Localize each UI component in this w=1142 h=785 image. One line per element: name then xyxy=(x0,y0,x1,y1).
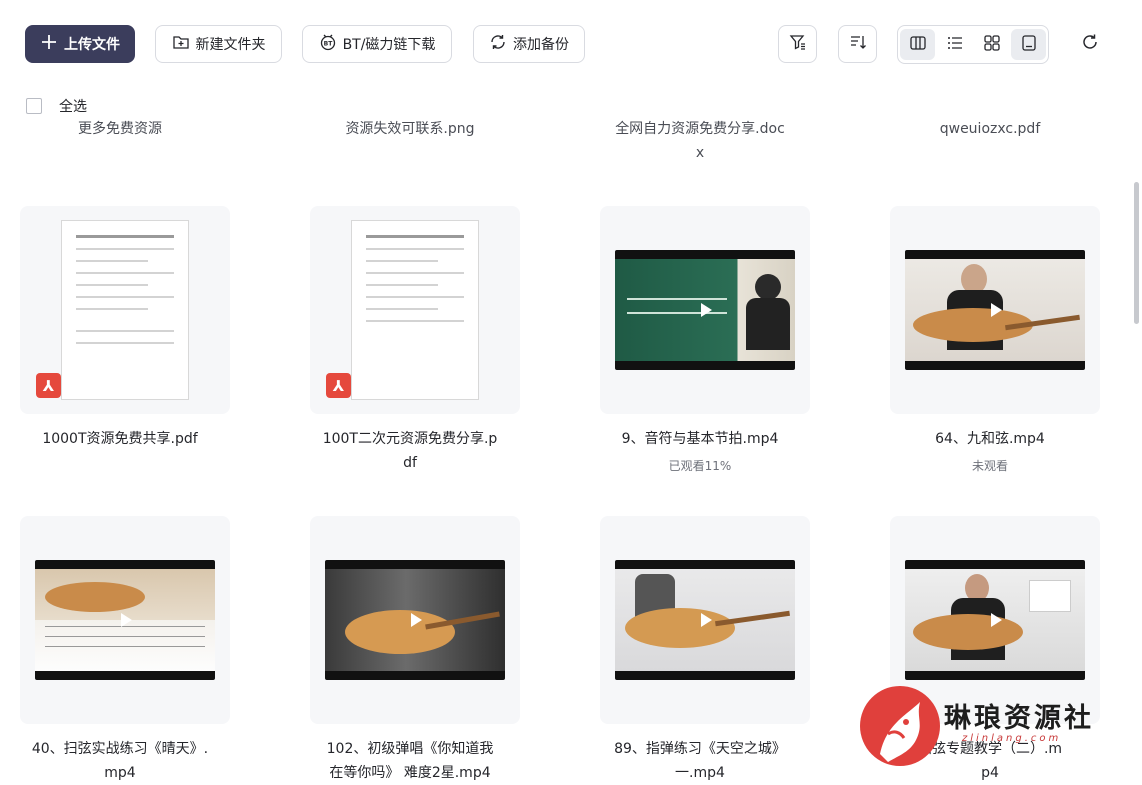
file-card[interactable] xyxy=(600,206,810,414)
select-all-checkbox[interactable] xyxy=(26,98,42,114)
new-folder-button[interactable]: 新建文件夹 xyxy=(155,25,282,63)
toolbar: 上传文件 新建文件夹 BT BT/磁力链下载 添加备份 xyxy=(0,0,1142,90)
video-thumbnail xyxy=(905,250,1085,370)
pdf-thumbnail xyxy=(61,220,189,400)
play-icon xyxy=(121,613,132,627)
file-name[interactable]: 40、扫弦实战练习《晴天》. mp4 xyxy=(15,737,225,785)
sort-icon xyxy=(849,33,867,55)
folder-plus-icon xyxy=(172,33,190,55)
video-thumbnail xyxy=(35,560,215,680)
filter-button[interactable] xyxy=(778,25,817,63)
play-icon xyxy=(701,303,712,317)
new-folder-label: 新建文件夹 xyxy=(195,37,266,53)
file-card[interactable]: ⅄ xyxy=(20,206,230,414)
file-name[interactable]: 更多免费资源 xyxy=(15,117,225,141)
watermark-logo: 琳琅资源社 zlinlang.com xyxy=(858,684,1142,784)
refresh-button[interactable] xyxy=(1072,25,1108,63)
add-backup-label: 添加备份 xyxy=(513,37,569,53)
file-name[interactable]: 102、初级弹唱《你知道我 在等你吗》 难度2星.mp4 xyxy=(305,737,515,785)
view-large-button[interactable] xyxy=(1011,29,1046,60)
select-all[interactable]: 全选 xyxy=(26,96,87,116)
select-all-label: 全选 xyxy=(59,99,87,115)
play-icon xyxy=(991,303,1002,317)
view-columns-button[interactable] xyxy=(900,29,935,60)
bt-download-button[interactable]: BT BT/磁力链下载 xyxy=(302,25,452,63)
sort-button[interactable] xyxy=(838,25,877,63)
file-name[interactable]: 资源失效可联系.png xyxy=(305,117,515,141)
video-thumbnail xyxy=(615,250,795,370)
file-name[interactable]: 1000T资源免费共享.pdf xyxy=(15,427,225,451)
watch-progress: 已观看11% xyxy=(668,459,732,473)
play-icon xyxy=(411,613,422,627)
watermark-title: 琳琅资源社 xyxy=(944,703,1094,734)
sync-icon xyxy=(489,33,507,55)
view-grid-button[interactable] xyxy=(974,29,1009,60)
file-name[interactable]: 全网自力资源免费分享.doc x xyxy=(595,117,805,165)
video-thumbnail xyxy=(905,560,1085,680)
view-list-button[interactable] xyxy=(937,29,972,60)
file-name[interactable]: 100T二次元资源免费分享.p df xyxy=(305,427,515,475)
vertical-scrollbar[interactable] xyxy=(1134,182,1139,324)
filter-icon xyxy=(789,33,807,55)
bt-download-label: BT/磁力链下载 xyxy=(342,37,436,53)
list-icon xyxy=(946,34,964,56)
file-card[interactable] xyxy=(20,516,230,724)
file-name[interactable]: qweuiozxc.pdf xyxy=(885,117,1095,141)
file-name[interactable]: 64、九和弦.mp4 xyxy=(885,427,1095,451)
grid-icon xyxy=(983,34,1001,56)
upload-button[interactable]: 上传文件 xyxy=(25,25,135,63)
file-name[interactable]: 9、音符与基本节拍.mp4 xyxy=(595,427,805,451)
file-card[interactable] xyxy=(310,516,520,724)
watermark-url: zlinlang.com xyxy=(962,733,1062,744)
pdf-thumbnail xyxy=(351,220,479,400)
play-icon xyxy=(991,613,1002,627)
view-mode-switcher xyxy=(897,25,1049,64)
file-card[interactable] xyxy=(890,206,1100,414)
file-card[interactable] xyxy=(600,516,810,724)
file-grid: 更多免费资源 资源失效可联系.png 全网自力资源免费分享.doc x qweu… xyxy=(0,0,1142,784)
columns-icon xyxy=(909,34,927,56)
svg-text:BT: BT xyxy=(323,41,333,48)
file-name[interactable]: 89、指弹练习《天空之城》 一.mp4 xyxy=(595,737,805,785)
video-thumbnail xyxy=(615,560,795,680)
dragon-logo-icon xyxy=(860,686,940,766)
video-thumbnail xyxy=(325,560,505,680)
refresh-icon xyxy=(1080,32,1100,56)
plus-icon xyxy=(40,33,58,55)
bt-icon: BT xyxy=(319,33,337,55)
watch-progress: 未观看 xyxy=(971,459,1008,473)
large-thumbnail-icon xyxy=(1020,34,1038,56)
add-backup-button[interactable]: 添加备份 xyxy=(473,25,585,63)
file-card[interactable]: ⅄ xyxy=(310,206,520,414)
play-icon xyxy=(701,613,712,627)
pdf-icon: ⅄ xyxy=(326,373,351,398)
pdf-icon: ⅄ xyxy=(36,373,61,398)
upload-label: 上传文件 xyxy=(64,37,120,53)
